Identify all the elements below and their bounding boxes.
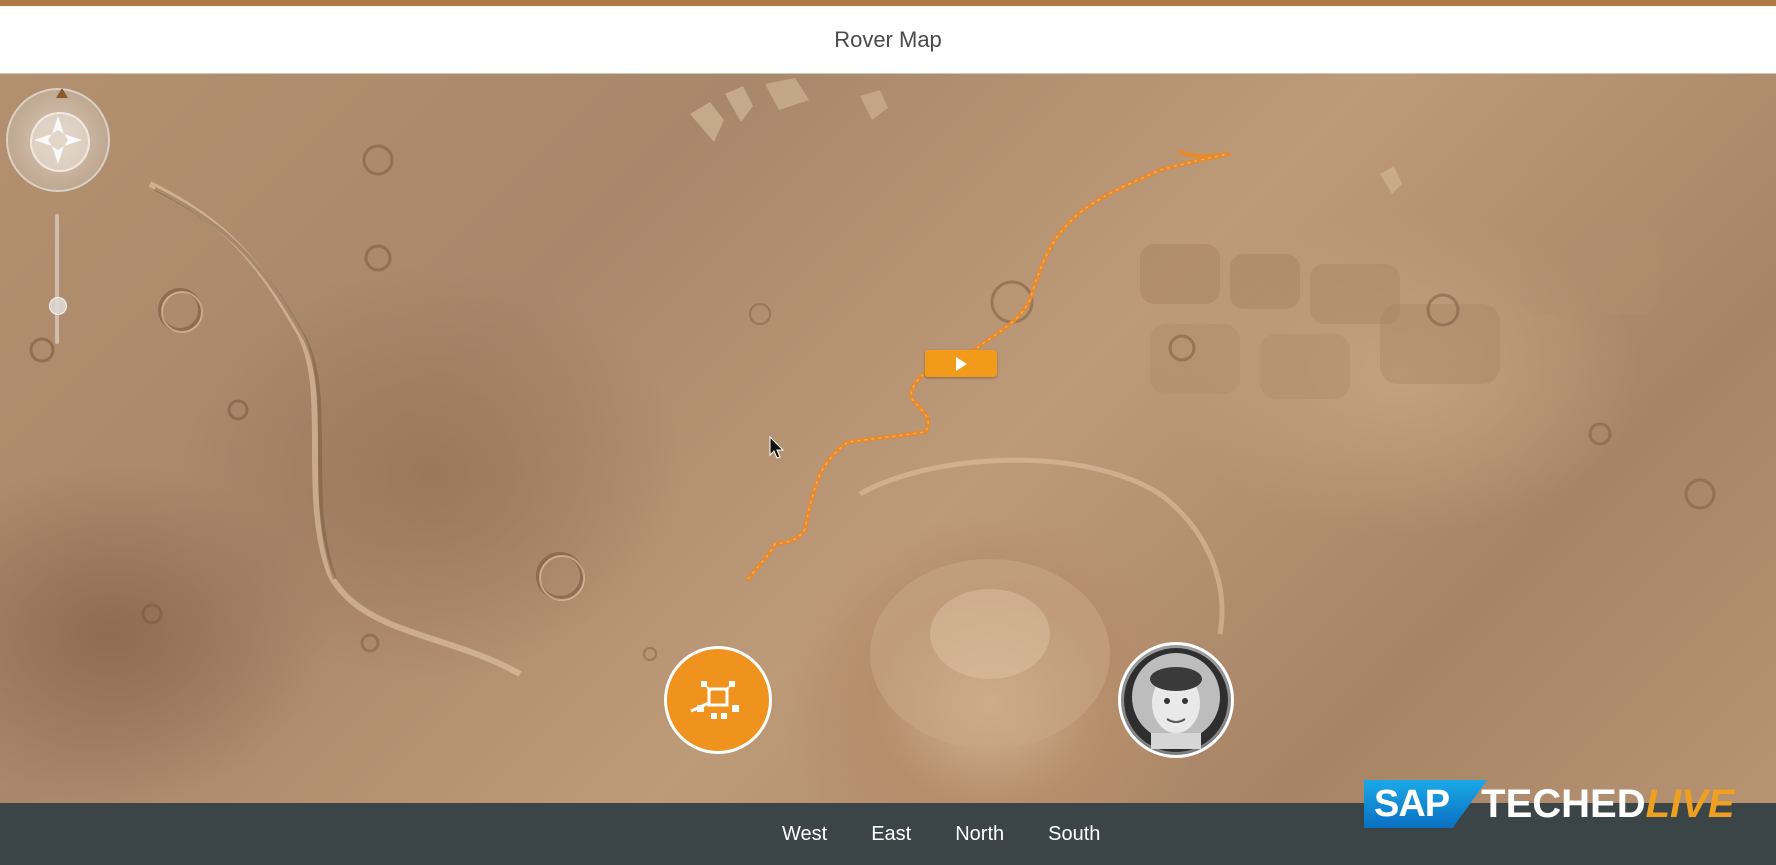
- play-icon: [956, 356, 967, 371]
- mars-map[interactable]: [0, 74, 1776, 803]
- title-bar: Rover Map: [0, 6, 1776, 74]
- north-button[interactable]: North: [933, 823, 1026, 846]
- live-wordmark: LIVE: [1645, 781, 1735, 826]
- rover-marker[interactable]: [664, 646, 772, 754]
- rover-icon: [690, 681, 739, 719]
- direction-buttons: West East North South: [760, 803, 1122, 865]
- sap-teched-live-logo: SAP TECHED LIVE: [1364, 776, 1735, 832]
- compass-pan-control[interactable]: [6, 88, 110, 192]
- page-title: Rover Map: [834, 26, 942, 52]
- zoom-slider-track[interactable]: [55, 214, 59, 344]
- rover-route: [746, 150, 1230, 581]
- play-button[interactable]: [925, 350, 997, 377]
- sap-logo: SAP: [1364, 780, 1488, 828]
- south-button[interactable]: South: [1026, 823, 1122, 846]
- teched-wordmark: TECHED: [1481, 781, 1646, 826]
- compass-pan-icon: [34, 116, 82, 164]
- west-button[interactable]: West: [760, 823, 849, 846]
- astronaut-face-image: [1124, 648, 1228, 752]
- mouse-cursor-icon: [769, 436, 785, 459]
- east-button[interactable]: East: [849, 823, 933, 846]
- zoom-slider-handle[interactable]: [49, 297, 67, 315]
- astronaut-avatar[interactable]: [1118, 642, 1234, 758]
